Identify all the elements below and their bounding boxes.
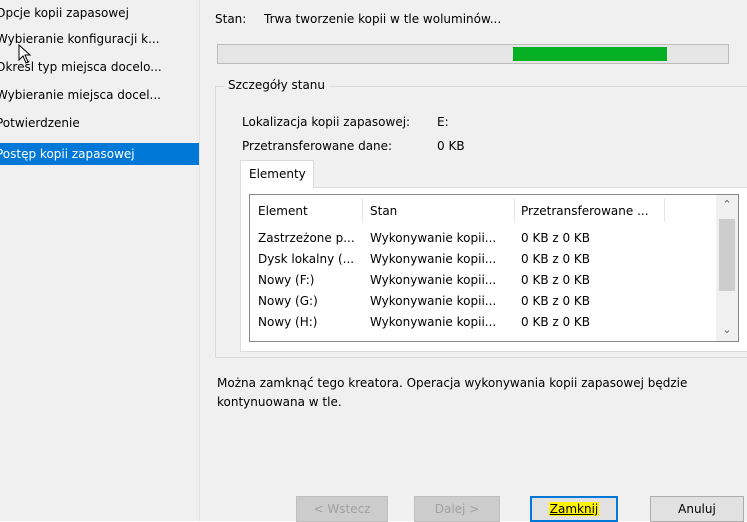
- next-button[interactable]: Dalej >: [414, 496, 500, 522]
- backup-progress-bar: [217, 44, 729, 64]
- wizard-steps-sidebar: Opcje kopii zapasowej Wybieranie konfigu…: [0, 0, 199, 521]
- elements-list[interactable]: Element Stan Przetransferowane ... Zastr…: [249, 194, 739, 342]
- row-state-cell: Wykonywanie kopii...: [370, 294, 497, 308]
- sidebar-item-label: Postęp kopii zapasowej: [0, 147, 135, 161]
- row-element-cell: Nowy (F:): [258, 273, 315, 287]
- scroll-up-icon[interactable]: ⌃: [716, 196, 738, 214]
- status-label: Stan:: [215, 12, 247, 26]
- column-header-transferred[interactable]: Przetransferowane ...: [521, 201, 649, 221]
- sidebar-item-select-destination[interactable]: Wybieranie miejsca docel...: [0, 84, 199, 106]
- backup-location-value: E:: [437, 115, 449, 129]
- sidebar-item-label: Potwierdzenie: [0, 116, 80, 130]
- sidebar-item-label: Wybieranie miejsca docel...: [0, 88, 161, 102]
- transferred-data-label: Przetransferowane dane:: [242, 139, 393, 153]
- status-text: Trwa tworzenie kopii w tle woluminów...: [264, 12, 502, 26]
- next-button-label: Dalej >: [434, 502, 480, 516]
- cancel-button-label: Anuluj: [678, 502, 716, 516]
- row-transferred-cell: 0 KB z 0 KB: [521, 294, 591, 308]
- row-element-cell: Nowy (H:): [258, 315, 318, 329]
- back-button[interactable]: < Wstecz: [296, 496, 388, 522]
- wizard-info-text: Można zamknąć tego kreatora. Operacja wy…: [217, 376, 688, 409]
- row-transferred-cell: 0 KB z 0 KB: [521, 252, 591, 266]
- scrollbar-thumb[interactable]: [719, 219, 735, 291]
- mouse-cursor-icon: [18, 44, 32, 64]
- column-separator[interactable]: [514, 198, 515, 222]
- row-element-cell: Nowy (G:): [258, 294, 318, 308]
- main-content: Stan: Trwa tworzenie kopii w tle wolumin…: [200, 0, 747, 522]
- vertical-scrollbar[interactable]: ⌃ ⌄: [716, 195, 738, 341]
- cancel-button[interactable]: Anuluj: [650, 496, 744, 522]
- row-element-cell: Dysk lokalny (...: [258, 252, 355, 266]
- progress-bar-fill: [513, 47, 667, 61]
- sidebar-item-confirmation[interactable]: Potwierdzenie: [0, 112, 199, 134]
- column-header-state[interactable]: Stan: [370, 201, 397, 221]
- column-separator[interactable]: [664, 198, 665, 222]
- sidebar-item-label: Opcje kopii zapasowej: [0, 6, 129, 20]
- row-state-cell: Wykonywanie kopii...: [370, 231, 497, 245]
- sidebar-item-backup-options[interactable]: Opcje kopii zapasowej: [0, 2, 199, 24]
- row-transferred-cell: 0 KB z 0 KB: [521, 315, 591, 329]
- row-state-cell: Wykonywanie kopii...: [370, 252, 497, 266]
- close-button-label: Zamknij: [548, 502, 600, 516]
- back-button-label: < Wstecz: [313, 502, 371, 516]
- sidebar-item-backup-progress[interactable]: Postęp kopii zapasowej: [0, 143, 199, 165]
- backup-wizard-window: Opcje kopii zapasowej Wybieranie konfigu…: [0, 0, 747, 522]
- status-details-group-title: Szczegóły stanu: [224, 78, 330, 92]
- close-button[interactable]: Zamknij: [530, 496, 618, 522]
- column-header-element[interactable]: Element: [258, 201, 308, 221]
- scroll-down-icon[interactable]: ⌄: [716, 321, 738, 339]
- row-state-cell: Wykonywanie kopii...: [370, 273, 497, 287]
- transferred-data-value: 0 KB: [437, 139, 465, 153]
- row-transferred-cell: 0 KB z 0 KB: [521, 231, 591, 245]
- tab-elements[interactable]: Elementy: [240, 160, 314, 188]
- row-element-cell: Zastrzeżone p...: [258, 231, 355, 245]
- backup-location-label: Lokalizacja kopii zapasowej:: [242, 115, 411, 129]
- column-separator[interactable]: [362, 198, 363, 222]
- row-transferred-cell: 0 KB z 0 KB: [521, 273, 591, 287]
- row-state-cell: Wykonywanie kopii...: [370, 315, 497, 329]
- tab-elements-label: Elementy: [249, 167, 306, 181]
